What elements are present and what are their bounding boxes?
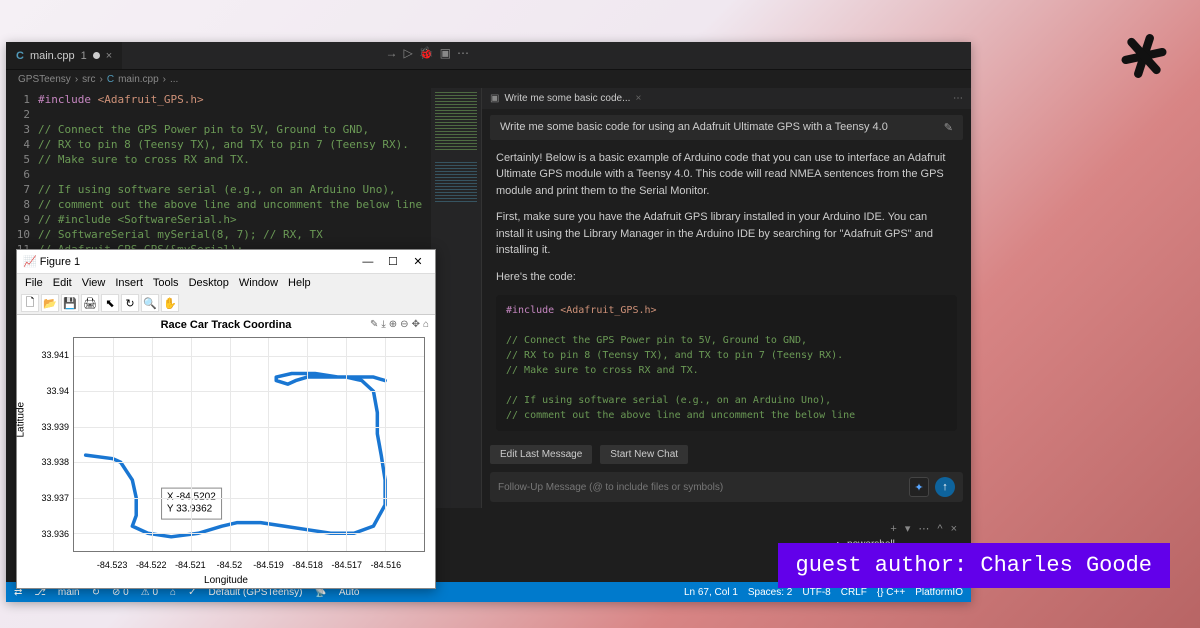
tab-badge: 1 (81, 50, 87, 62)
plot-axes[interactable]: Race Car Track Coordina ✎ ⤓ ⊕ ⊖ ✥ ⌂ Lati… (17, 315, 435, 588)
chat-input[interactable]: Follow-Up Message (@ to include files or… (490, 472, 963, 502)
x-axis-label: Longitude (204, 575, 248, 586)
save-icon[interactable]: 💾 (61, 294, 79, 312)
rotate-icon[interactable]: ↻ (121, 294, 139, 312)
split-icon[interactable]: ▣ (440, 46, 451, 60)
editor-tab-bar: C main.cpp 1 × → ▷ 🐞 ▣ ⋯ (6, 42, 971, 70)
plus-icon[interactable]: + (890, 523, 896, 535)
editor-toolbar: → ▷ 🐞 ▣ ⋯ (385, 46, 469, 60)
brand-logo (1118, 30, 1170, 82)
new-fig-icon[interactable]: 🗋 (21, 294, 39, 312)
pan-icon[interactable]: ✥ (412, 319, 420, 330)
edit-last-button[interactable]: Edit Last Message (490, 445, 592, 464)
menu-view[interactable]: View (82, 277, 106, 289)
sparkle-icon[interactable]: ✦ (909, 477, 929, 497)
figure-menu-bar: File Edit View Insert Tools Desktop Window Help (17, 274, 435, 292)
cpp-file-icon: C (107, 74, 114, 85)
menu-tools[interactable]: Tools (153, 277, 179, 289)
maximize-icon[interactable]: ☐ (382, 255, 404, 268)
more-icon[interactable]: ⋯ (953, 93, 963, 104)
brush-icon[interactable]: ✎ (370, 319, 378, 330)
author-badge: guest author: Charles Goode (778, 543, 1170, 588)
zoom-in-icon[interactable]: ⊕ (389, 319, 397, 330)
home-icon[interactable]: ⌂ (423, 319, 429, 330)
status-spaces[interactable]: Spaces: 2 (748, 587, 792, 598)
debug-icon[interactable]: 🐞 (419, 46, 434, 60)
chat-tab-label: Write me some basic code... (504, 93, 630, 104)
minimap[interactable] (431, 88, 481, 508)
chat-prompt: Write me some basic code for using an Ad… (490, 115, 963, 140)
tab-filename: main.cpp (30, 50, 75, 62)
zoom-icon[interactable]: 🔍 (141, 294, 159, 312)
figure-toolbar: 🗋 📂 💾 🖨 ⬉ ↻ 🔍 ✋ (17, 292, 435, 315)
pencil-icon[interactable]: ✎ (944, 121, 953, 134)
status-enc[interactable]: UTF-8 (802, 587, 830, 598)
cursor-icon[interactable]: ⬉ (101, 294, 119, 312)
close-icon[interactable]: ✕ (407, 255, 429, 268)
y-axis-label: Latitude (16, 401, 27, 437)
status-platform[interactable]: PlatformIO (915, 587, 963, 598)
chat-panel: ▣ Write me some basic code... × ⋯ Write … (481, 88, 971, 508)
cpp-file-icon: C (16, 50, 24, 62)
chevron-up-icon[interactable]: ^ (937, 523, 942, 535)
arrow-left-icon[interactable]: → (385, 46, 397, 60)
chat-input-placeholder[interactable]: Follow-Up Message (@ to include files or… (498, 482, 903, 493)
export-icon[interactable]: ⤓ (381, 319, 385, 330)
status-eol[interactable]: CRLF (841, 587, 867, 598)
breadcrumb[interactable]: GPSTeensy › src › C main.cpp › ... (6, 70, 971, 88)
send-icon[interactable]: ↑ (935, 477, 955, 497)
new-chat-button[interactable]: Start New Chat (600, 445, 688, 464)
print-icon[interactable]: 🖨 (81, 294, 99, 312)
close-icon[interactable]: × (951, 523, 957, 535)
menu-help[interactable]: Help (288, 277, 311, 289)
minimize-icon[interactable]: — (357, 256, 379, 268)
menu-insert[interactable]: Insert (115, 277, 143, 289)
chat-tab-icon: ▣ (490, 93, 499, 104)
zoom-out-icon[interactable]: ⊖ (400, 319, 408, 330)
figure-titlebar[interactable]: 📈 Figure 1 — ☐ ✕ (17, 250, 435, 274)
run-icon[interactable]: ▷ (403, 46, 412, 60)
chat-tab[interactable]: ▣ Write me some basic code... × (490, 93, 641, 104)
more-icon[interactable]: ⋯ (457, 46, 469, 60)
chat-code-block[interactable]: #include <Adafruit_GPS.h>// Connect the … (496, 295, 957, 431)
pan-icon[interactable]: ✋ (161, 294, 179, 312)
more-icon[interactable]: ⋯ (918, 522, 929, 535)
menu-desktop[interactable]: Desktop (189, 277, 229, 289)
chat-prompt-text: Write me some basic code for using an Ad… (500, 121, 888, 133)
chevron-down-icon[interactable]: ▾ (905, 522, 911, 535)
open-icon[interactable]: 📂 (41, 294, 59, 312)
close-icon[interactable]: × (635, 93, 641, 104)
dirty-indicator-icon (93, 52, 100, 59)
matlab-figure-window: 📈 Figure 1 — ☐ ✕ File Edit View Insert Tools… (16, 249, 436, 589)
status-ln[interactable]: Ln 67, Col 1 (684, 587, 738, 598)
figure-title: 📈 Figure 1 (23, 255, 80, 268)
menu-window[interactable]: Window (239, 277, 278, 289)
editor-tab-main-cpp[interactable]: C main.cpp 1 × (6, 42, 122, 69)
close-icon[interactable]: × (106, 50, 112, 62)
status-lang[interactable]: {} C++ (877, 587, 905, 598)
menu-edit[interactable]: Edit (53, 277, 72, 289)
menu-file[interactable]: File (25, 277, 43, 289)
chat-response: Certainly! Below is a basic example of A… (482, 140, 971, 442)
plot-area[interactable]: X -84.5202 Y 33.9362 (73, 337, 425, 552)
